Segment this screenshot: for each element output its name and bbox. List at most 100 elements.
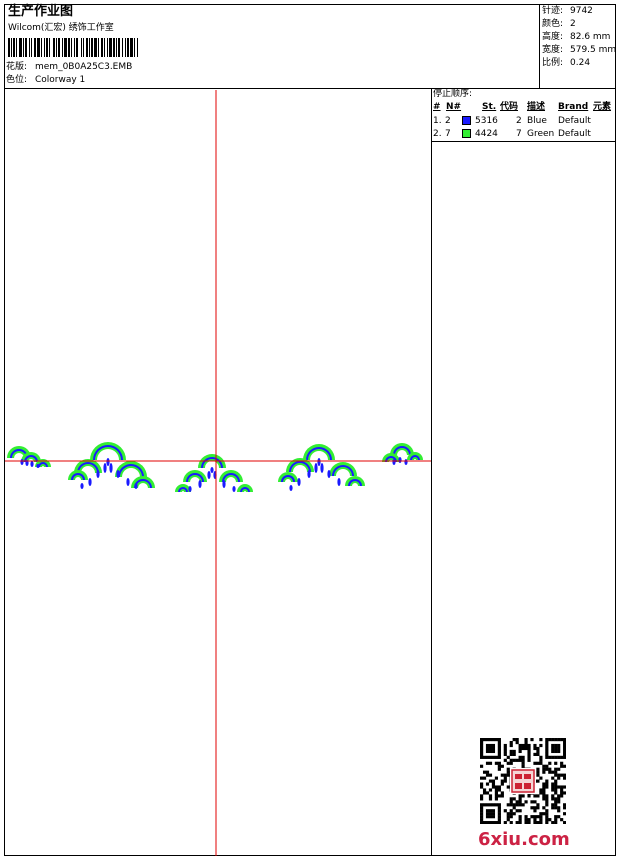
qr-module bbox=[488, 797, 493, 801]
qr-code bbox=[480, 738, 566, 824]
qr-module bbox=[533, 794, 537, 798]
qr-module bbox=[554, 767, 558, 771]
qr-module bbox=[539, 755, 543, 759]
motif-right-center-drop bbox=[297, 478, 301, 486]
qr-module bbox=[509, 821, 513, 824]
qr-module bbox=[533, 809, 537, 813]
motif-left-edge-drop bbox=[36, 464, 40, 468]
qr-module bbox=[539, 738, 543, 742]
qr-module bbox=[480, 809, 484, 813]
qr-module bbox=[506, 761, 510, 765]
qr-module bbox=[485, 746, 490, 751]
qr-module bbox=[485, 782, 490, 786]
qr-module bbox=[533, 821, 537, 824]
qr-module bbox=[557, 815, 561, 819]
qr-module bbox=[557, 800, 561, 804]
qr-module bbox=[536, 821, 540, 824]
qr-module bbox=[497, 761, 501, 765]
qr-module bbox=[527, 755, 531, 759]
qr-module bbox=[542, 767, 546, 771]
qr-module bbox=[554, 749, 558, 754]
qr-module bbox=[506, 773, 510, 777]
qr-module bbox=[545, 800, 549, 804]
qr-module bbox=[551, 770, 555, 774]
qr-module bbox=[563, 803, 566, 807]
qr-module bbox=[485, 809, 490, 813]
qr-module bbox=[497, 803, 501, 807]
seal-stroke bbox=[524, 783, 531, 789]
qr-module bbox=[509, 815, 513, 819]
stop-table-bottom bbox=[431, 141, 616, 142]
scale-label: 比例: bbox=[542, 58, 564, 68]
qr-module bbox=[560, 773, 564, 777]
qr-module bbox=[563, 749, 566, 754]
motif-left-center-drop bbox=[88, 478, 92, 486]
qr-module bbox=[497, 740, 501, 745]
qr-module bbox=[557, 749, 561, 754]
qr-module bbox=[509, 740, 513, 745]
qr-module bbox=[524, 746, 528, 751]
stop-row-2-needle: 7 bbox=[445, 129, 451, 139]
qr-module bbox=[560, 788, 564, 792]
qr-module bbox=[521, 743, 525, 748]
colors-value: 2 bbox=[570, 19, 576, 29]
qr-module bbox=[494, 788, 498, 792]
qr-module bbox=[488, 812, 493, 816]
qr-module bbox=[518, 803, 522, 807]
qr-module bbox=[497, 746, 501, 751]
qr-module bbox=[515, 800, 519, 804]
qr-module bbox=[485, 738, 490, 742]
qr-module bbox=[494, 738, 498, 742]
qr-module bbox=[551, 738, 555, 742]
qr-module bbox=[545, 803, 549, 807]
col-header-needle: N# bbox=[446, 102, 462, 112]
qr-module bbox=[488, 815, 493, 819]
qr-module bbox=[509, 752, 513, 756]
qr-module bbox=[488, 773, 493, 777]
qr-module bbox=[488, 794, 493, 798]
qr-module bbox=[536, 779, 540, 783]
qr-module bbox=[542, 794, 546, 798]
qr-module bbox=[536, 815, 540, 819]
qr-module bbox=[557, 743, 561, 748]
qr-module bbox=[485, 815, 490, 819]
qr-module bbox=[551, 806, 555, 810]
qr-module bbox=[563, 773, 566, 777]
qr-module bbox=[515, 738, 519, 742]
qr-module bbox=[497, 812, 501, 816]
qr-module bbox=[488, 743, 493, 748]
qr-module bbox=[554, 785, 558, 789]
motif-right-edge-drop bbox=[398, 457, 402, 463]
qr-module bbox=[521, 758, 525, 762]
stop-row-2-brand: Default bbox=[558, 129, 591, 139]
qr-module bbox=[509, 812, 513, 816]
qr-module bbox=[536, 749, 540, 754]
stop-row-1-code: 2 bbox=[516, 116, 522, 126]
qr-module bbox=[497, 755, 501, 759]
stats-divider bbox=[539, 4, 540, 89]
qr-module bbox=[497, 767, 501, 771]
qr-module bbox=[480, 794, 484, 798]
qr-module bbox=[527, 818, 531, 822]
qr-module bbox=[545, 779, 549, 783]
qr-module bbox=[530, 806, 534, 810]
qr-module bbox=[545, 782, 549, 786]
qr-module bbox=[494, 794, 498, 798]
qr-module bbox=[563, 764, 566, 768]
qr-module bbox=[518, 749, 522, 754]
qr-module bbox=[488, 746, 493, 751]
qr-module bbox=[494, 776, 498, 780]
stop-row-2-color-swatch bbox=[462, 129, 471, 138]
stop-row-1-desc: Blue bbox=[527, 116, 547, 126]
qr-module bbox=[536, 746, 540, 751]
qr-module bbox=[503, 752, 507, 756]
qr-module bbox=[512, 803, 516, 807]
qr-module bbox=[542, 812, 546, 816]
qr-module bbox=[509, 761, 513, 765]
qr-module bbox=[554, 738, 558, 742]
qr-module bbox=[500, 791, 504, 795]
page-title: 生产作业图 bbox=[8, 4, 74, 19]
motif-right-center-drop bbox=[317, 458, 321, 466]
motif-right-center-drop bbox=[337, 478, 341, 486]
qr-module bbox=[563, 776, 566, 780]
